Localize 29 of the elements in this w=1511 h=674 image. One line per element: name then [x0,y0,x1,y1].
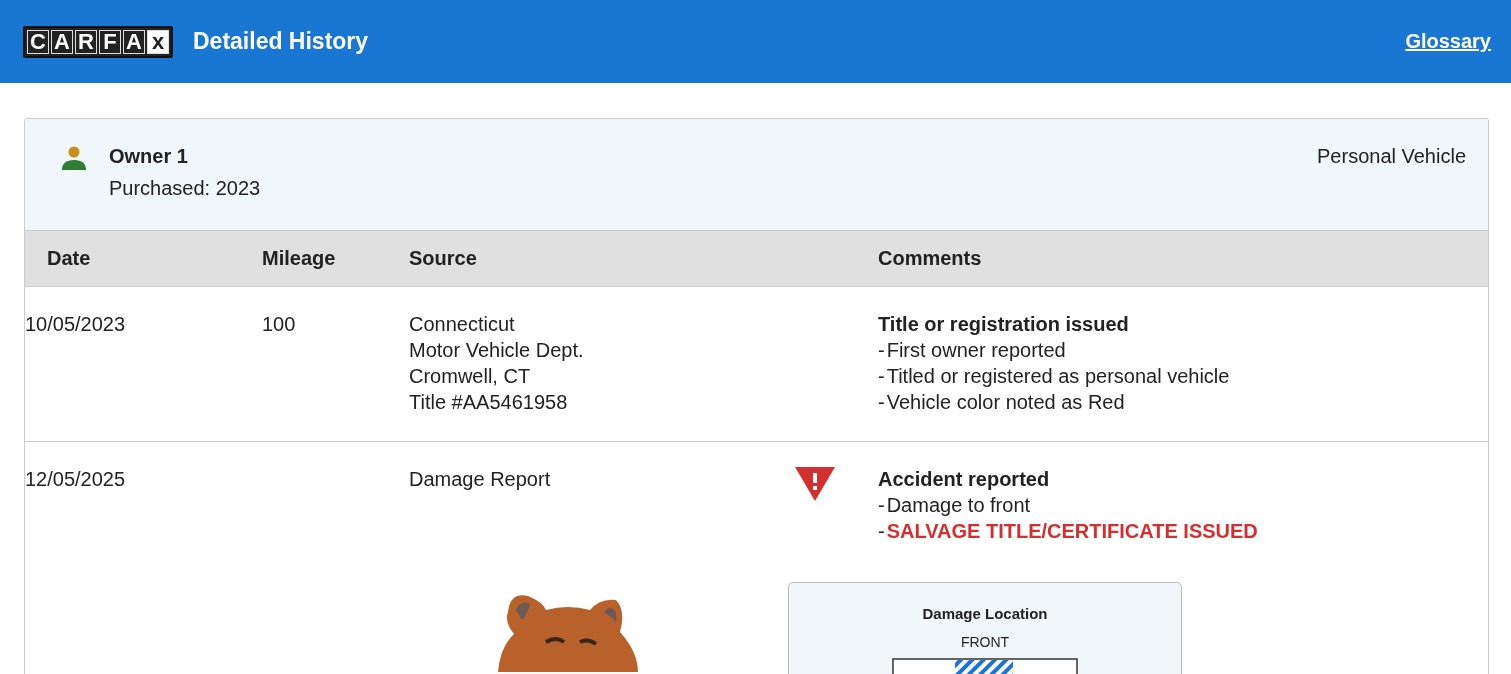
warning-icon [794,466,836,502]
damage-side-label: FRONT [960,634,1010,650]
column-header: Date [46,246,92,271]
comment-line: -Vehicle color noted as Red [878,390,1126,415]
source-line: Cromwell, CT [409,364,532,389]
comment-title: Accident reported [878,467,1051,492]
date-cell-text: 10/05/2023 [25,312,127,337]
source-line: Title #AA5461958 [409,390,569,415]
vehicle-type: Personal Vehicle [1317,145,1466,168]
person-icon [61,145,87,171]
page-title: Detailed History [193,28,369,55]
comment-line: -First owner reported [878,338,1067,363]
glossary-link[interactable]: Glossary [1405,30,1491,53]
source-line: Motor Vehicle Dept. [409,338,585,363]
damage-location-title: Damage Location [922,605,1048,622]
date-cell-text: 12/05/2025 [25,467,127,492]
comment-line: -Damage to front [878,493,1032,518]
carfax-logo: C A R F A x [23,25,173,58]
owner-name: Owner 1 [109,145,189,168]
comment-title: Title or registration issued [878,312,1130,337]
source-line: Connecticut [409,312,516,337]
mileage-cell-text: 100 [262,312,297,337]
column-header: Source [409,246,478,271]
purchase-date: Purchased: 2023 [109,177,261,200]
column-header: Mileage [262,246,337,271]
source-line: Damage Report [409,467,552,492]
column-header: Comments [878,246,983,271]
comment-line: -SALVAGE TITLE/CERTIFICATE ISSUED [878,519,1259,544]
comment-line: -Titled or registered as personal vehicle [878,364,1231,389]
